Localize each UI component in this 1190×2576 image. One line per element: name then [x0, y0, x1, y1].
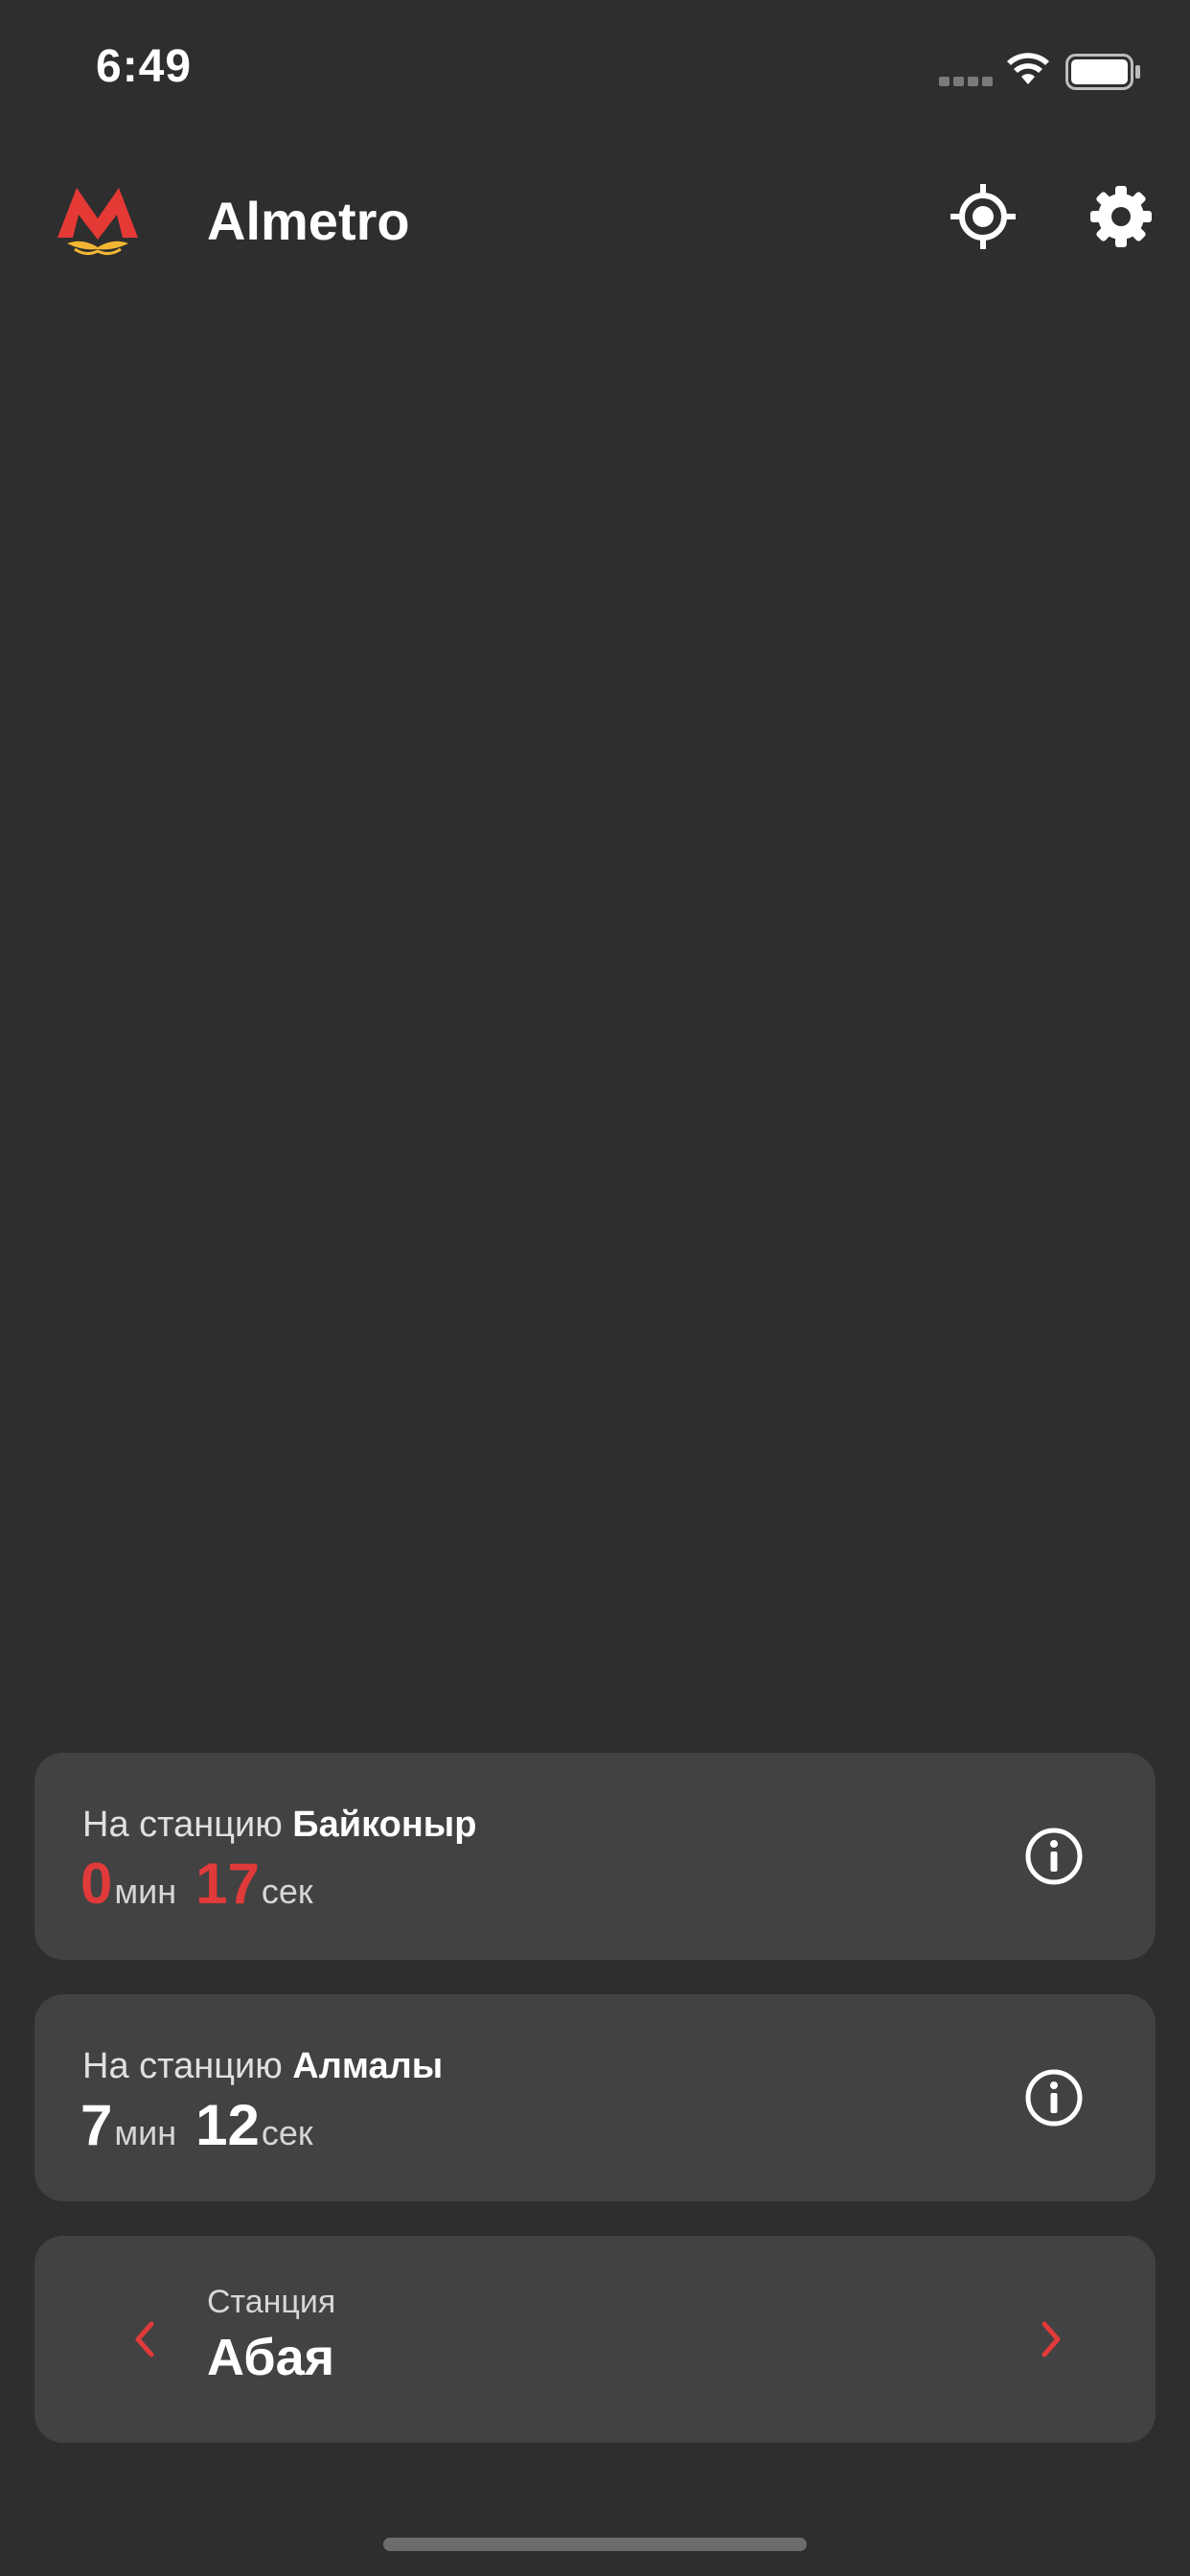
seconds-unit: сек	[261, 1872, 313, 1911]
destination-prefix: На станцию	[82, 2046, 283, 2086]
destination-prefix: На станцию	[82, 1805, 283, 1845]
arrival-countdown: 0 мин 17 сек	[80, 1851, 332, 1917]
seconds-unit: сек	[261, 2113, 313, 2152]
metro-logo-icon	[57, 188, 138, 256]
countdown-minutes: 0	[80, 1852, 113, 1916]
countdown-seconds: 12	[195, 2093, 260, 2157]
info-icon[interactable]	[1023, 1826, 1085, 1887]
chevron-left-icon[interactable]	[121, 2312, 169, 2366]
locate-crosshair-icon[interactable]	[949, 182, 1018, 251]
arrival-destination: На станцию Байконыр	[82, 1805, 476, 1846]
station-label: Станция	[207, 2284, 336, 2320]
countdown-seconds: 17	[195, 1852, 260, 1916]
countdown-minutes: 7	[80, 2093, 113, 2157]
status-bar: 6:49	[0, 0, 1190, 144]
arrival-destination: На станцию Алмалы	[82, 2046, 443, 2087]
destination-station: Алмалы	[292, 2046, 444, 2086]
minutes-unit: мин	[114, 1872, 177, 1911]
app-title: Almetro	[207, 191, 410, 251]
home-indicator[interactable]	[383, 2538, 807, 2551]
status-time: 6:49	[96, 41, 193, 92]
gear-icon[interactable]	[1088, 184, 1154, 249]
station-selector: Станция Абая	[34, 2236, 1156, 2443]
arrival-countdown: 7 мин 12 сек	[80, 2092, 332, 2158]
arrival-card-almaly[interactable]: На станцию Алмалы 7 мин 12 сек	[34, 1994, 1156, 2201]
app-header: Almetro	[0, 163, 1190, 278]
battery-icon	[1065, 54, 1140, 90]
minutes-unit: мин	[114, 2113, 177, 2152]
destination-station: Байконыр	[292, 1805, 477, 1845]
station-name: Абая	[207, 2329, 335, 2386]
chevron-right-icon[interactable]	[1027, 2312, 1075, 2366]
info-icon[interactable]	[1023, 2067, 1085, 2128]
wifi-icon	[1007, 53, 1049, 84]
cellular-signal-icon	[939, 77, 996, 88]
arrival-card-baikonur[interactable]: На станцию Байконыр 0 мин 17 сек	[34, 1753, 1156, 1960]
